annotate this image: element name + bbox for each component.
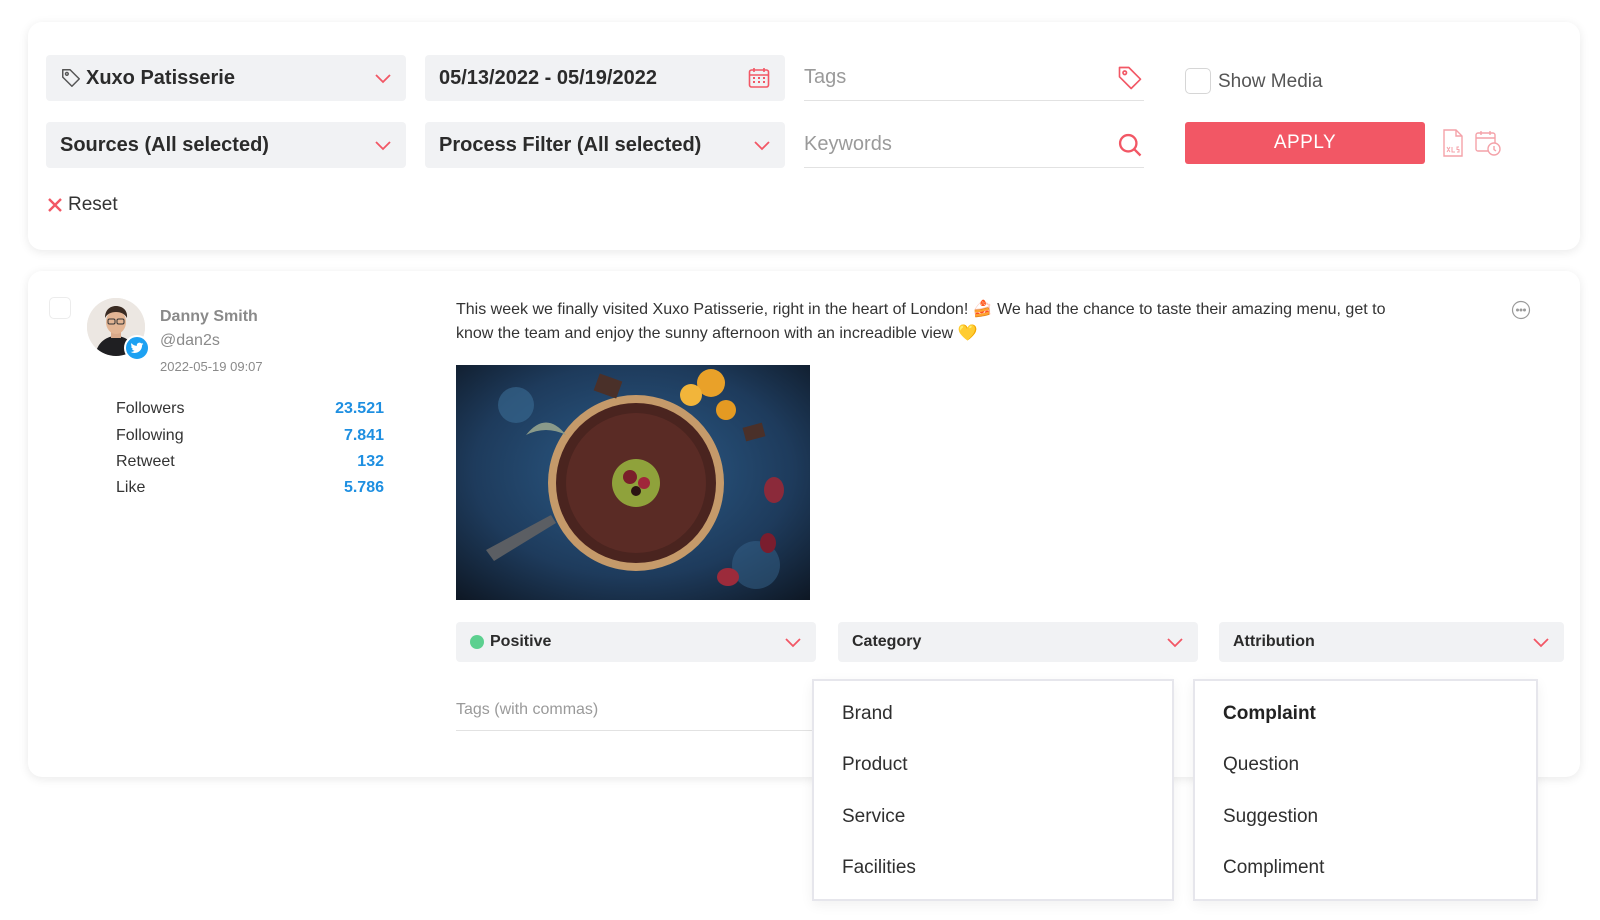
tags-filter-field (804, 55, 1144, 101)
reset-button[interactable]: Reset (46, 194, 118, 216)
calendar-icon[interactable] (747, 66, 771, 90)
stat-row-followers: Followers 23.521 (116, 400, 384, 418)
stat-label: Like (116, 479, 146, 496)
chevron-down-icon (784, 633, 802, 651)
close-icon (46, 196, 64, 214)
post-image[interactable] (456, 365, 810, 600)
attribution-select[interactable]: Attribution (1219, 622, 1564, 662)
brand-select-label: Xuxo Patisserie (86, 66, 235, 89)
sentiment-select[interactable]: Positive (456, 622, 816, 662)
more-options-icon[interactable] (1511, 300, 1531, 320)
category-option-brand[interactable]: Brand (842, 703, 893, 725)
tag-icon (60, 67, 82, 89)
category-option-facilities[interactable]: Facilities (842, 857, 916, 879)
twitter-icon (124, 335, 150, 361)
post-timestamp: 2022-05-19 09:07 (160, 359, 263, 374)
post-text-line: This week we finally visited Xuxo Patiss… (456, 301, 1386, 318)
tags-input[interactable] (804, 66, 1116, 89)
post-text: This week we finally visited Xuxo Patiss… (456, 298, 1446, 346)
chevron-down-icon (1532, 633, 1550, 651)
brand-select[interactable]: Xuxo Patisserie (46, 55, 406, 101)
stat-value: 5.786 (343, 479, 384, 496)
author-handle[interactable]: @dan2s (160, 332, 220, 350)
chevron-down-icon (374, 136, 392, 154)
attribution-option-question[interactable]: Question (1223, 754, 1299, 776)
category-dropdown-menu: Brand Product Service Facilities (812, 679, 1174, 901)
chevron-down-icon (1166, 633, 1184, 651)
attribution-option-suggestion[interactable]: Suggestion (1223, 806, 1318, 828)
xls-export-icon[interactable] (1441, 129, 1465, 157)
stat-value: 23.521 (335, 400, 384, 417)
post-tags-input[interactable] (456, 700, 846, 719)
filter-panel: Xuxo Patisserie 05/13/2022 - 05/19/2022 … (28, 22, 1580, 250)
stat-row-like: Like 5.786 (116, 479, 384, 497)
stat-value: 132 (357, 453, 384, 470)
post-tags-field (456, 689, 846, 731)
process-filter-select[interactable]: Process Filter (All selected) (425, 122, 785, 168)
attribution-dropdown-menu: Complaint Question Suggestion Compliment (1193, 679, 1538, 901)
sources-select-label: Sources (All selected) (60, 133, 269, 156)
apply-button[interactable]: APPLY (1185, 122, 1425, 164)
date-range-label: 05/13/2022 - 05/19/2022 (439, 66, 657, 89)
category-option-service[interactable]: Service (842, 806, 905, 828)
search-icon[interactable] (1116, 131, 1144, 159)
reset-label: Reset (68, 194, 118, 215)
show-media-label: Show Media (1218, 71, 1323, 92)
positive-status-dot-icon (470, 635, 484, 649)
show-media-checkbox[interactable] (1185, 68, 1211, 94)
category-option-product[interactable]: Product (842, 754, 907, 776)
chevron-down-icon (753, 136, 771, 154)
stat-row-following: Following 7.841 (116, 427, 384, 445)
tag-icon (1116, 64, 1144, 92)
stat-label: Followers (116, 400, 185, 417)
stat-row-retweet: Retweet 132 (116, 453, 384, 471)
author-name[interactable]: Danny Smith (160, 308, 258, 326)
attribution-option-complaint[interactable]: Complaint (1223, 703, 1316, 725)
chevron-down-icon (374, 69, 392, 87)
stat-value: 7.841 (343, 427, 384, 444)
category-select[interactable]: Category (838, 622, 1198, 662)
keywords-input[interactable] (804, 133, 1116, 156)
sources-select[interactable]: Sources (All selected) (46, 122, 406, 168)
process-filter-label: Process Filter (All selected) (439, 133, 702, 156)
date-range-picker[interactable]: 05/13/2022 - 05/19/2022 (425, 55, 785, 101)
sentiment-label: Positive (490, 633, 552, 650)
category-label: Category (852, 633, 922, 650)
stat-label: Following (116, 427, 184, 444)
stat-label: Retweet (116, 453, 175, 470)
post-select-checkbox[interactable] (49, 297, 71, 319)
attribution-option-compliment[interactable]: Compliment (1223, 857, 1324, 879)
attribution-label: Attribution (1233, 633, 1315, 650)
post-text-line: know the team and enjoy the sunny aftern… (456, 325, 978, 342)
scheduled-export-icon[interactable] (1474, 129, 1502, 157)
keywords-field (804, 122, 1144, 168)
